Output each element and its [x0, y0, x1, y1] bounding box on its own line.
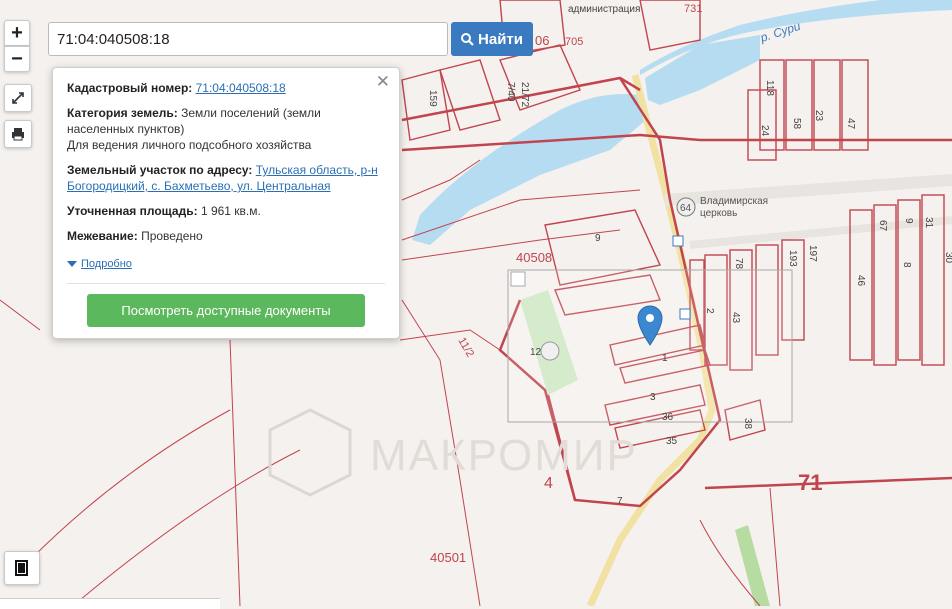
search-icon: [461, 32, 474, 46]
layers-button[interactable]: [4, 551, 40, 585]
parcel-info-popup: ✕ Кадастровый номер: 71:04:040508:18 Кат…: [52, 67, 400, 339]
parcel-label: 3: [650, 392, 656, 403]
parcel-label: 705: [565, 36, 583, 48]
parcel-label: 118: [764, 80, 775, 96]
cadastral-link[interactable]: 71:04:040508:18: [196, 81, 286, 95]
zoom-in-button[interactable]: +: [4, 20, 30, 46]
parcel-label: 24: [759, 125, 770, 137]
survey-label: Межевание:: [67, 229, 138, 243]
search-button-label: Найти: [478, 30, 523, 48]
book-icon: [15, 560, 28, 576]
area-value: 1 961 кв.м.: [200, 204, 261, 218]
admin-label: администрация: [568, 4, 640, 15]
landmark-icon[interactable]: [540, 341, 560, 361]
category-label: Категория земель:: [67, 106, 178, 120]
parcel-label: 2: [704, 308, 715, 314]
fullscreen-button[interactable]: [4, 84, 32, 112]
parcel-label: 12: [530, 347, 542, 358]
expand-icon: [12, 92, 24, 104]
watermark-text: МАКРОМИР: [370, 431, 638, 480]
usage-value: Для ведения личного подсобного хозяйства: [67, 138, 312, 152]
parcel-label: 1: [662, 353, 668, 364]
cadastral-label: Кадастровый номер:: [67, 81, 193, 95]
zoom-out-button[interactable]: −: [4, 46, 30, 72]
divider: [67, 283, 385, 284]
quarter-label: 40508: [516, 250, 552, 265]
parcel-label: 47: [845, 118, 856, 130]
parcel-label: 30: [943, 252, 952, 264]
parcel-label: 38: [742, 418, 753, 430]
parcel-label: 31: [923, 217, 934, 229]
parcel-label: 43: [730, 312, 741, 324]
bus-stop-icon[interactable]: [679, 308, 691, 320]
parcel-label: 159: [427, 90, 438, 107]
address-label: Земельный участок по адресу:: [67, 163, 253, 177]
parcel-label: 58: [791, 118, 802, 130]
category-row: Категория земель: Земли поселений (земли…: [67, 105, 385, 153]
bottom-panel: [0, 598, 220, 609]
search-input[interactable]: [48, 22, 448, 56]
printer-icon: [12, 128, 24, 141]
print-button[interactable]: [4, 120, 32, 148]
caret-down-icon: [67, 261, 77, 267]
broken-image-icon: [510, 271, 526, 287]
parcel-label: 193: [787, 250, 798, 267]
more-details-link[interactable]: Подробно: [67, 258, 385, 270]
region-label: 71: [798, 470, 822, 495]
bus-stop-icon[interactable]: [672, 235, 684, 247]
parcel-label: 23: [813, 110, 824, 122]
parcel-label: 197: [807, 245, 818, 262]
survey-row: Межевание: Проведено: [67, 228, 385, 244]
area-row: Уточненная площадь: 1 961 кв.м.: [67, 203, 385, 219]
parcel-label: 21/72: [519, 82, 530, 107]
parcel-label: 46: [855, 275, 866, 287]
more-details-label: Подробно: [81, 258, 132, 270]
close-icon[interactable]: ✕: [376, 72, 390, 92]
cadastral-row: Кадастровый номер: 71:04:040508:18: [67, 80, 385, 96]
parcel-label: 35: [666, 436, 678, 447]
area-label: Уточненная площадь:: [67, 204, 198, 218]
search-button[interactable]: Найти: [451, 22, 533, 56]
parcel-label: 9: [595, 233, 601, 244]
church-number: 64: [680, 203, 692, 214]
address-row: Земельный участок по адресу: Тульская об…: [67, 162, 385, 194]
quarter-label: 40501: [430, 550, 466, 565]
parcel-label: 67: [877, 220, 888, 232]
parcel-label: 06: [535, 33, 549, 48]
parcel-label: 7: [617, 496, 623, 507]
parcel-label: 36: [662, 412, 674, 423]
parcel-label: 731: [684, 3, 702, 15]
survey-value: Проведено: [141, 229, 203, 243]
location-pin-dot: [646, 314, 654, 322]
parcel-label: 8: [901, 262, 912, 268]
parcel-label: 78: [733, 258, 744, 270]
view-documents-button[interactable]: Посмотреть доступные документы: [87, 294, 365, 327]
parcel-label: 4: [544, 475, 553, 492]
parcel-label: 7/40: [505, 82, 516, 102]
parcel-label: 9: [903, 218, 914, 224]
